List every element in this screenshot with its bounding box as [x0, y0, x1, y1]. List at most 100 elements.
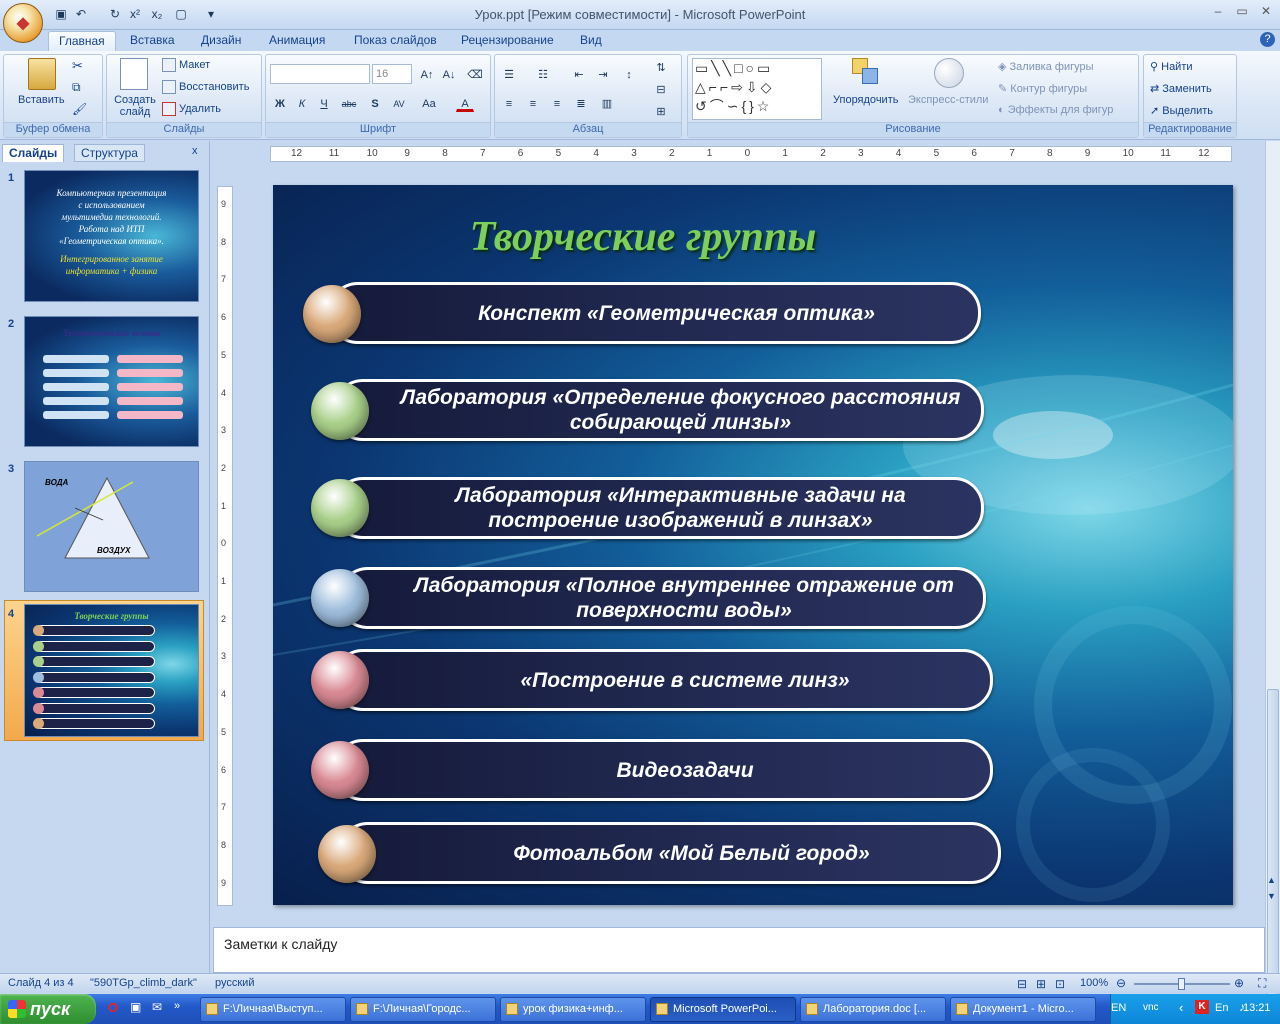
slide-item-6[interactable]: Видеозадачи — [333, 739, 993, 801]
grow-font-icon[interactable]: A↑ — [418, 65, 436, 83]
customize-qat-icon[interactable]: ▾ — [202, 5, 220, 23]
change-case-icon[interactable]: Aa — [420, 94, 438, 112]
fit-window-icon[interactable]: ⛶ — [1258, 976, 1266, 991]
slide-item-3[interactable]: Лаборатория «Интерактивные задачи на пос… — [333, 477, 984, 539]
decrease-indent-icon[interactable]: ⇤ — [570, 65, 588, 83]
shadow-icon[interactable]: S — [366, 94, 384, 112]
shapes-gallery[interactable]: ▭╲╲□○▭ △⌐⌐⇨⇩◇ ↺⌒∽{}☆ — [692, 58, 822, 120]
status-theme[interactable]: "590TGp_climb_dark" — [90, 977, 197, 989]
next-slide-icon[interactable]: ▼ — [1267, 891, 1276, 901]
tab-outline[interactable]: Структура — [74, 144, 145, 162]
mail-icon[interactable]: ✉ — [152, 1000, 162, 1014]
increase-indent-icon[interactable]: ⇥ — [594, 65, 612, 83]
italic-icon[interactable]: К — [293, 94, 311, 112]
strikethrough-icon[interactable]: abc — [340, 94, 358, 112]
maximize-button[interactable]: ▭ — [1230, 4, 1254, 22]
tab-insert[interactable]: Вставка — [120, 31, 185, 51]
text-direction-icon[interactable]: ⇅ — [652, 58, 670, 76]
tray-language[interactable]: EN — [1111, 1002, 1126, 1014]
slide-thumbnail-4[interactable]: Творческие группы — [24, 604, 199, 737]
delete-button[interactable]: Удалить — [162, 102, 221, 116]
taskbar-item-1[interactable]: F:\Личная\Выступ... — [200, 997, 346, 1022]
help-icon[interactable]: ? — [1260, 32, 1275, 47]
quick-styles-button[interactable]: Экспресс-стили — [908, 94, 988, 106]
font-size-select[interactable]: 16 — [372, 64, 412, 84]
tray-lang-en-icon[interactable]: En — [1215, 1002, 1228, 1014]
prev-slide-icon[interactable]: ▲ — [1267, 875, 1276, 885]
copy-icon[interactable]: ⧉ — [72, 80, 81, 95]
taskbar-item-5[interactable]: Лаборатория.doc [... — [800, 997, 946, 1022]
close-button[interactable]: ✕ — [1254, 4, 1278, 22]
align-left-icon[interactable]: ≡ — [500, 94, 518, 112]
justify-icon[interactable]: ≣ — [572, 94, 590, 112]
numbering-icon[interactable]: ☷ — [534, 65, 552, 83]
cut-icon[interactable]: ✂ — [72, 58, 83, 74]
font-color-icon[interactable]: A — [456, 94, 474, 112]
char-spacing-icon[interactable]: AV — [390, 94, 408, 112]
find-button[interactable]: ⚲ Найти — [1150, 60, 1193, 73]
undo-icon[interactable]: ↶ — [72, 5, 90, 23]
slide-item-7[interactable]: Фотоальбом «Мой Белый город» — [338, 822, 1001, 884]
shape-outline-button[interactable]: ✎ Контур фигуры — [998, 82, 1087, 95]
superscript-icon[interactable]: x² — [126, 5, 144, 23]
slide-item-2[interactable]: Лаборатория «Определение фокусного расст… — [333, 379, 984, 441]
slide-item-5[interactable]: «Построение в системе линз» — [333, 649, 993, 711]
line-spacing-icon[interactable]: ↕ — [620, 65, 638, 83]
reset-button[interactable]: Восстановить — [162, 80, 249, 94]
tray-arrow-icon[interactable]: ‹ — [1179, 1000, 1183, 1015]
slide-item-4[interactable]: Лаборатория «Полное внутреннее отражение… — [338, 567, 986, 629]
vertical-scrollbar[interactable]: ▲ ▼ — [1265, 141, 1280, 999]
slide-title[interactable]: Творческие группы — [273, 213, 1013, 261]
tab-review[interactable]: Рецензирование — [451, 31, 564, 51]
new-slide-button[interactable]: Создать слайд — [112, 94, 158, 118]
new-document-icon[interactable]: ▢ — [172, 5, 190, 23]
tab-slides[interactable]: Слайды — [2, 144, 65, 162]
tab-view[interactable]: Вид — [570, 31, 612, 51]
keyboard-layout-icon[interactable]: K — [1195, 1000, 1209, 1014]
align-text-icon[interactable]: ⊟ — [652, 80, 670, 98]
slide-thumbnail-2[interactable]: Технологические основы — [24, 316, 199, 447]
shape-fill-button[interactable]: ◈ Заливка фигуры — [998, 60, 1094, 73]
slide-item-1[interactable]: Конспект «Геометрическая оптика» — [328, 282, 981, 344]
taskbar-item-6[interactable]: Документ1 - Micro... — [950, 997, 1096, 1022]
align-center-icon[interactable]: ≡ — [524, 94, 542, 112]
office-button[interactable]: ◆ — [3, 3, 43, 43]
align-right-icon[interactable]: ≡ — [548, 94, 566, 112]
quick-styles-icon[interactable] — [934, 58, 964, 88]
taskbar-item-3[interactable]: урок физика+инф... — [500, 997, 646, 1022]
clear-format-icon[interactable]: ⌫ — [466, 65, 484, 83]
underline-icon[interactable]: Ч — [315, 94, 333, 112]
new-slide-icon[interactable] — [120, 58, 148, 90]
tab-slideshow[interactable]: Показ слайдов — [344, 31, 447, 51]
bullets-icon[interactable]: ☰ — [500, 65, 518, 83]
shape-effects-button[interactable]: ◐ Эффекты для фигур — [998, 104, 1113, 116]
zoom-in-icon[interactable]: ⊕ — [1234, 976, 1244, 990]
format-painter-icon[interactable]: 🖌 — [72, 102, 87, 116]
arrange-button[interactable]: Упорядочить — [833, 94, 898, 106]
shrink-font-icon[interactable]: A↓ — [440, 65, 458, 83]
font-family-select[interactable] — [270, 64, 370, 84]
zoom-level[interactable]: 100% — [1080, 977, 1108, 989]
normal-view-icon[interactable]: ⊟ — [1017, 977, 1027, 991]
smartart-icon[interactable]: ⊞ — [652, 102, 670, 120]
slide-thumbnail-1[interactable]: Компьютерная презентация с использование… — [24, 170, 199, 302]
columns-icon[interactable]: ▥ — [598, 94, 616, 112]
vnc-icon[interactable]: vnc — [1143, 1002, 1159, 1013]
opera-icon[interactable]: O — [108, 1000, 118, 1015]
taskbar-item-4[interactable]: Microsoft PowerPoi... — [650, 997, 796, 1022]
slide-sorter-icon[interactable]: ⊞ — [1036, 977, 1046, 991]
scroll-thumb[interactable] — [1267, 689, 1279, 999]
select-button[interactable]: ➚ Выделить — [1150, 104, 1213, 117]
slide-canvas[interactable]: Творческие группы Конспект «Геометрическ… — [273, 185, 1233, 905]
redo-icon[interactable]: ↻ — [106, 5, 124, 23]
status-language[interactable]: русский — [215, 977, 254, 989]
notes-area[interactable]: Заметки к слайду — [213, 927, 1265, 973]
arrange-icon[interactable] — [852, 58, 882, 88]
slideshow-icon[interactable]: ⊡ — [1055, 977, 1065, 991]
minimize-button[interactable]: – — [1206, 4, 1230, 22]
paste-button[interactable]: Вставить — [18, 94, 65, 106]
zoom-slider-thumb[interactable] — [1178, 978, 1185, 990]
taskbar-item-2[interactable]: F:\Личная\Городс... — [350, 997, 496, 1022]
tab-home[interactable]: Главная — [48, 31, 116, 51]
paste-icon[interactable] — [28, 58, 56, 90]
